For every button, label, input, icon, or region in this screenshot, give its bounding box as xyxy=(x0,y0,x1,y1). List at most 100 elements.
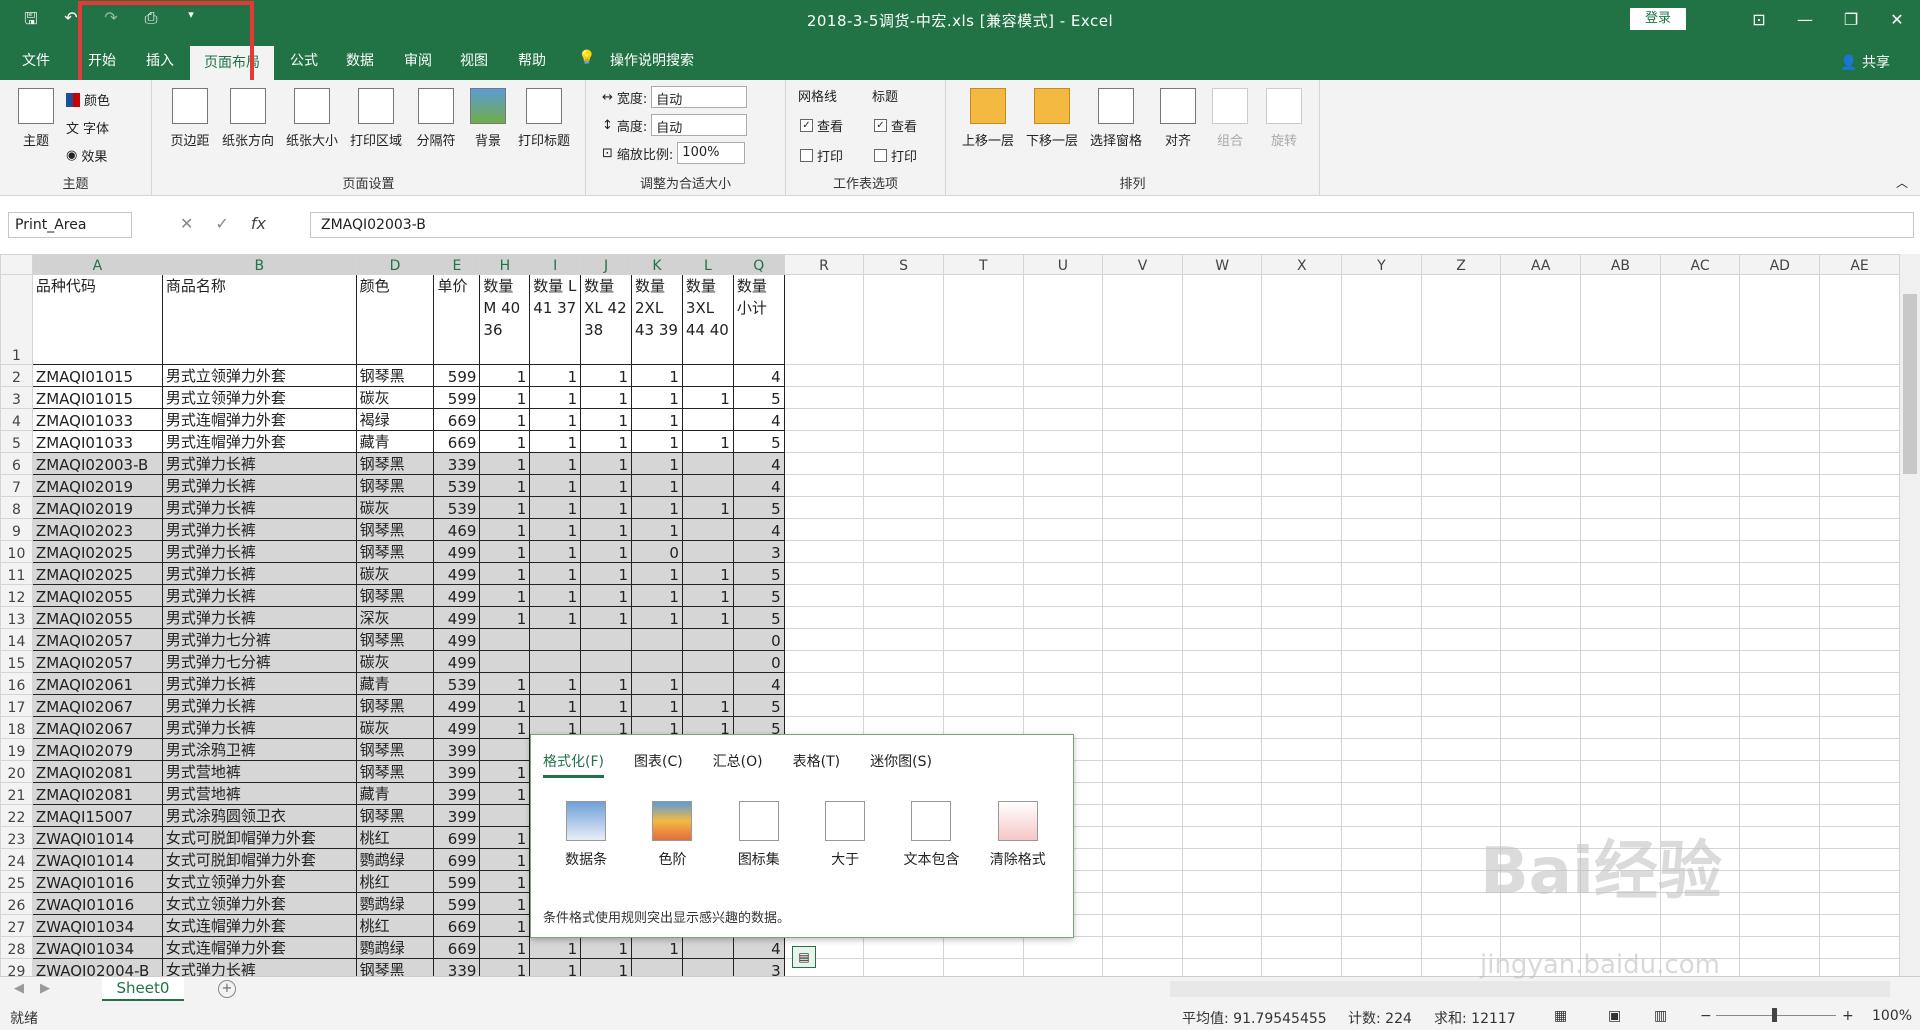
empty-cell[interactable] xyxy=(942,452,1024,475)
empty-cell[interactable] xyxy=(1022,650,1104,673)
empty-cell[interactable] xyxy=(1819,804,1900,827)
cell-e[interactable]: 499 xyxy=(433,562,481,585)
empty-cell[interactable] xyxy=(1659,496,1741,519)
cell-b[interactable]: 男式营地裤 xyxy=(161,760,357,783)
empty-cell[interactable] xyxy=(1739,650,1821,673)
empty-cell[interactable] xyxy=(1420,430,1502,453)
cell-b[interactable]: 女式立领弹力外套 xyxy=(161,870,357,893)
empty-cell[interactable] xyxy=(942,274,1024,365)
empty-cell[interactable] xyxy=(1819,540,1900,563)
close-icon[interactable]: ✕ xyxy=(1874,0,1920,40)
rotate-button[interactable]: 旋转 xyxy=(1254,88,1314,149)
empty-cell[interactable] xyxy=(1341,848,1422,871)
empty-cell[interactable] xyxy=(1261,936,1343,959)
empty-cell[interactable] xyxy=(1022,496,1104,519)
cell-q[interactable]: 5 xyxy=(732,430,785,453)
cell-e[interactable]: 599 xyxy=(433,870,481,893)
empty-cell[interactable] xyxy=(942,364,1024,387)
row-header[interactable]: 29 xyxy=(0,958,33,976)
empty-cell[interactable] xyxy=(1181,562,1263,585)
cell-a[interactable]: ZMAQI02019 xyxy=(31,496,163,519)
empty-cell[interactable] xyxy=(1739,562,1821,585)
empty-cell[interactable] xyxy=(1819,738,1900,761)
collapse-ribbon-icon[interactable]: ︿ xyxy=(1896,174,1908,191)
restore-icon[interactable]: ❐ xyxy=(1828,0,1874,40)
empty-cell[interactable] xyxy=(942,562,1024,585)
cell-h[interactable]: 1 xyxy=(479,914,531,937)
page-layout-view-icon[interactable]: ▣ xyxy=(1608,1008,1621,1024)
row-header[interactable]: 23 xyxy=(0,826,33,849)
tab-formulas[interactable]: 公式 xyxy=(290,50,318,70)
header-cell[interactable]: 数量 M 40 36 xyxy=(479,274,531,365)
row-header[interactable]: 27 xyxy=(0,914,33,937)
cell-b[interactable]: 男式弹力长裤 xyxy=(161,540,357,563)
empty-cell[interactable] xyxy=(1659,274,1741,365)
cell-k[interactable]: 1 xyxy=(631,496,683,519)
insert-function-icon[interactable]: fx xyxy=(251,214,266,233)
cell-a[interactable]: ZMAQI02067 xyxy=(31,716,163,739)
empty-cell[interactable] xyxy=(1022,694,1104,717)
cell-q[interactable]: 5 xyxy=(732,496,785,519)
column-header[interactable]: Q xyxy=(732,254,785,275)
empty-cell[interactable] xyxy=(1819,496,1900,519)
row-header[interactable]: 7 xyxy=(0,474,33,497)
empty-cell[interactable] xyxy=(1261,650,1343,673)
row-header[interactable]: 12 xyxy=(0,584,33,607)
cell-k[interactable] xyxy=(631,958,683,976)
cell-q[interactable]: 4 xyxy=(732,518,785,541)
empty-cell[interactable] xyxy=(1739,870,1821,893)
next-sheet-icon[interactable]: ▶ xyxy=(40,981,50,996)
cell-b[interactable]: 男式弹力长裤 xyxy=(161,518,357,541)
empty-cell[interactable] xyxy=(863,452,944,475)
cell-h[interactable]: 1 xyxy=(479,496,531,519)
qa-tab-totals[interactable]: 汇总(O) xyxy=(713,751,763,778)
empty-cell[interactable] xyxy=(1739,694,1821,717)
empty-cell[interactable] xyxy=(1739,782,1821,805)
empty-cell[interactable] xyxy=(1102,848,1183,871)
empty-cell[interactable] xyxy=(1181,672,1263,695)
cell-d[interactable]: 钢琴黑 xyxy=(355,628,435,651)
cell-d[interactable]: 钢琴黑 xyxy=(355,452,435,475)
empty-cell[interactable] xyxy=(1580,936,1661,959)
cell-l[interactable] xyxy=(681,672,734,695)
empty-cell[interactable] xyxy=(1102,782,1183,805)
empty-cell[interactable] xyxy=(1580,914,1661,937)
cell-h[interactable]: 1 xyxy=(479,606,531,629)
cell-h[interactable]: 1 xyxy=(479,936,531,959)
empty-cell[interactable] xyxy=(863,606,944,629)
empty-cell[interactable] xyxy=(1739,848,1821,871)
select-all-corner[interactable] xyxy=(0,254,33,275)
qa-tab-sparklines[interactable]: 迷你图(S) xyxy=(870,751,932,778)
empty-cell[interactable] xyxy=(1022,430,1104,453)
empty-cell[interactable] xyxy=(1819,474,1900,497)
cell-j[interactable]: 1 xyxy=(580,694,632,717)
gridlines-view-checkbox[interactable]: ✓ 查看 xyxy=(800,116,843,135)
column-header[interactable]: T xyxy=(942,254,1024,275)
height-dropdown[interactable]: 自动 xyxy=(651,114,748,136)
column-header[interactable]: Y xyxy=(1341,254,1422,275)
empty-cell[interactable] xyxy=(1659,826,1741,849)
cell-l[interactable]: 1 xyxy=(681,606,734,629)
cell-b[interactable]: 男式涂鸦圆领卫衣 xyxy=(161,804,357,827)
empty-cell[interactable] xyxy=(1261,408,1343,431)
empty-cell[interactable] xyxy=(1181,584,1263,607)
empty-cell[interactable] xyxy=(1500,540,1582,563)
column-header[interactable]: AB xyxy=(1580,254,1661,275)
cell-h[interactable]: 1 xyxy=(479,562,531,585)
empty-cell[interactable] xyxy=(1420,804,1502,827)
empty-cell[interactable] xyxy=(1261,958,1343,976)
empty-cell[interactable] xyxy=(1580,386,1661,409)
empty-cell[interactable] xyxy=(1819,408,1900,431)
empty-cell[interactable] xyxy=(1022,452,1104,475)
empty-cell[interactable] xyxy=(1420,870,1502,893)
empty-cell[interactable] xyxy=(942,474,1024,497)
empty-cell[interactable] xyxy=(1341,628,1422,651)
empty-cell[interactable] xyxy=(1341,804,1422,827)
cell-h[interactable]: 1 xyxy=(479,870,531,893)
cell-k[interactable]: 1 xyxy=(631,430,683,453)
cell-e[interactable]: 599 xyxy=(433,892,481,915)
row-header[interactable]: 19 xyxy=(0,738,33,761)
cell-h[interactable]: 1 xyxy=(479,584,531,607)
colors-button[interactable]: 颜色 xyxy=(66,90,110,109)
empty-cell[interactable] xyxy=(1420,584,1502,607)
